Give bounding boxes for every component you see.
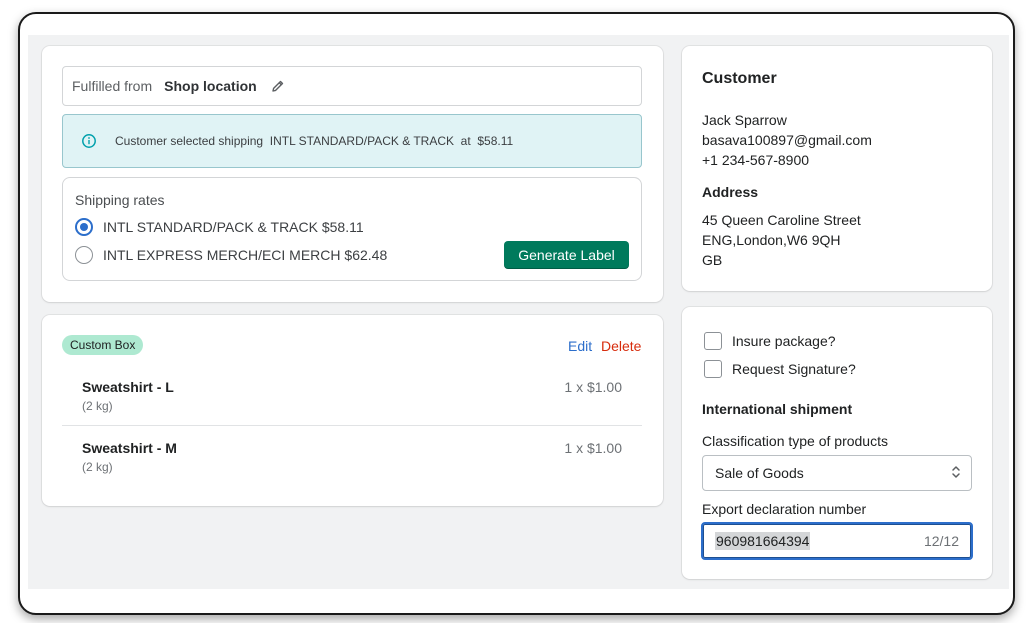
page-canvas: Fulfilled from Shop location Customer se… [28, 35, 1009, 589]
edit-link[interactable]: Edit [568, 338, 592, 354]
export-label: Export declaration number [702, 501, 867, 517]
shipping-rates-panel: Shipping rates INTL STANDARD/PACK & TRAC… [62, 177, 642, 281]
select-chevrons-icon [951, 464, 961, 483]
export-value: 960981664394 [715, 532, 811, 550]
shipping-rates-title: Shipping rates [75, 192, 165, 208]
address-line: ENG,London,W6 9QH [702, 232, 841, 248]
selected-shipping-banner: Customer selected shipping INTL STANDARD… [62, 114, 642, 168]
banner-text: Customer selected shipping INTL STANDARD… [115, 134, 514, 148]
pencil-icon[interactable] [271, 79, 285, 93]
radio-selected[interactable] [75, 218, 93, 236]
customer-name: Jack Sparrow [702, 112, 787, 128]
rate-option-standard[interactable]: INTL STANDARD/PACK & TRACK $58.11 [75, 218, 364, 236]
rate-option-label: INTL EXPRESS MERCH/ECI MERCH $62.48 [103, 247, 388, 263]
box-type-badge: Custom Box [62, 335, 144, 355]
classification-label: Classification type of products [702, 433, 888, 449]
list-item: Sweatshirt - L (2 kg) 1 x $1.00 [82, 379, 642, 413]
list-item: Sweatshirt - M (2 kg) 1 x $1.00 [82, 440, 642, 474]
address-line: GB [702, 252, 723, 268]
item-weight: (2 kg) [82, 460, 113, 474]
item-price: 1 x $1.00 [564, 440, 622, 456]
classification-select[interactable]: Sale of Goods [702, 455, 972, 491]
address-line: 45 Queen Caroline Street [702, 212, 861, 228]
rate-option-express[interactable]: INTL EXPRESS MERCH/ECI MERCH $62.48 [75, 246, 387, 264]
divider [62, 425, 642, 426]
shipping-card: Fulfilled from Shop location Customer se… [42, 46, 663, 302]
shipment-options-card: Insure package? Request Signature? Inter… [682, 307, 992, 579]
insure-package-label: Insure package? [732, 333, 836, 349]
classification-value: Sale of Goods [715, 465, 804, 481]
checkbox[interactable] [704, 332, 722, 350]
radio-unselected[interactable] [75, 246, 93, 264]
item-price: 1 x $1.00 [564, 379, 622, 395]
character-count: 12/12 [923, 533, 959, 549]
app-window: Fulfilled from Shop location Customer se… [18, 12, 1015, 615]
international-shipment-title: International shipment [702, 401, 853, 417]
info-icon [81, 133, 97, 149]
fulfilled-from-label: Fulfilled from [72, 78, 153, 94]
package-card: Custom Box Edit Delete Sweatshirt - L (2… [42, 315, 663, 506]
customer-title: Customer [702, 70, 777, 87]
delete-link[interactable]: Delete [601, 338, 641, 354]
checkbox[interactable] [704, 360, 722, 378]
fulfilled-location: Shop location [164, 78, 257, 94]
address-title: Address [702, 184, 759, 200]
request-signature-checkbox[interactable]: Request Signature? [704, 360, 856, 378]
rate-option-label: INTL STANDARD/PACK & TRACK $58.11 [103, 219, 364, 235]
customer-email: basava100897@gmail.com [702, 132, 872, 148]
fulfilled-from-field[interactable]: Fulfilled from Shop location [62, 66, 642, 106]
request-signature-label: Request Signature? [732, 361, 856, 377]
item-name: Sweatshirt - L [82, 379, 174, 395]
item-weight: (2 kg) [82, 399, 113, 413]
customer-card: Customer Jack Sparrow basava100897@gmail… [682, 46, 992, 291]
export-declaration-input[interactable]: 960981664394 12/12 [701, 522, 973, 560]
customer-phone: +1 234-567-8900 [702, 152, 810, 168]
insure-package-checkbox[interactable]: Insure package? [704, 332, 836, 350]
generate-label-button[interactable]: Generate Label [504, 241, 629, 269]
item-name: Sweatshirt - M [82, 440, 177, 456]
